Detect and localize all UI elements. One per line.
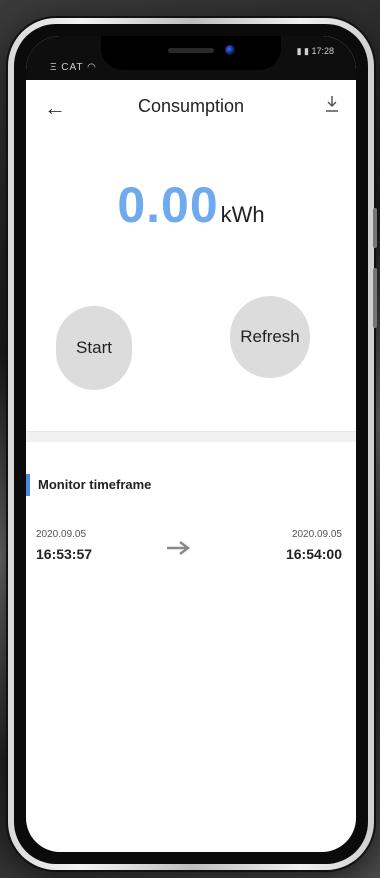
consumption-reading: 0.00kWh xyxy=(26,176,356,234)
consumption-unit: kWh xyxy=(220,202,265,227)
section-marker xyxy=(26,474,30,496)
start-time: 16:53:57 xyxy=(36,546,93,562)
monitor-timeframe-title: Monitor timeframe xyxy=(38,477,152,492)
phone-side-button xyxy=(373,268,377,328)
status-left: Ξ CAT ◠ xyxy=(50,62,97,73)
page-title: Consumption xyxy=(137,96,245,116)
download-icon[interactable] xyxy=(324,94,340,114)
status-bar: Ξ CAT ◠ ▮ ▮ 17:28 xyxy=(26,36,356,80)
consumption-value: 0.00 xyxy=(117,177,219,233)
phone-frame: Ξ CAT ◠ ▮ ▮ 17:28 ← Consumption 0.00kWh xyxy=(8,18,377,870)
speaker-grille xyxy=(168,48,214,53)
timeframe-end: 2020.09.05 16:54:00 xyxy=(286,529,342,562)
refresh-button[interactable]: Refresh xyxy=(230,296,310,378)
end-date: 2020.09.05 xyxy=(291,529,342,540)
section-divider xyxy=(26,431,356,442)
phone-bezel: Ξ CAT ◠ ▮ ▮ 17:28 ← Consumption 0.00kWh xyxy=(14,24,368,864)
arrow-right-icon xyxy=(167,541,191,555)
front-camera xyxy=(225,45,236,55)
status-right: ▮ ▮ 17:28 xyxy=(296,46,334,56)
phone-side-button xyxy=(373,208,377,248)
start-date: 2020.09.05 xyxy=(36,529,87,540)
notch xyxy=(101,36,281,70)
phone-screen: Ξ CAT ◠ ▮ ▮ 17:28 ← Consumption 0.00kWh xyxy=(26,36,356,852)
app-bar: ← Consumption xyxy=(26,80,356,136)
end-time: 16:54:00 xyxy=(285,546,342,562)
start-button[interactable]: Start xyxy=(56,306,132,390)
timeframe-start: 2020.09.05 16:53:57 xyxy=(36,529,92,562)
